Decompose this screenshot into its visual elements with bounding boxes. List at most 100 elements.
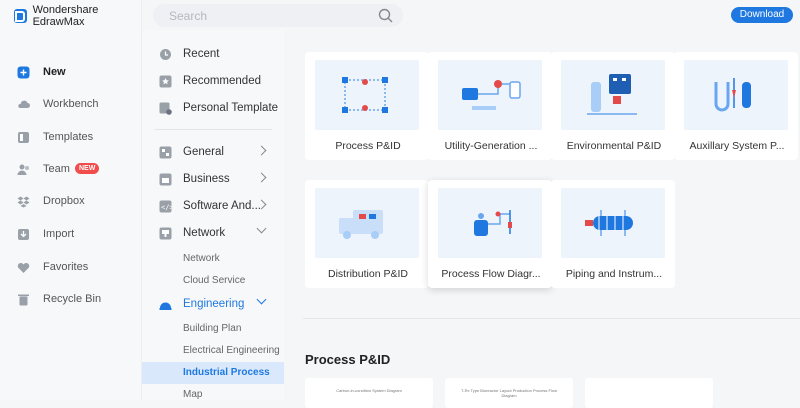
category-software[interactable]: </> Software And... xyxy=(142,195,284,219)
chevron-right-icon xyxy=(256,145,267,156)
template-card-distribution-pid[interactable]: Distribution P&ID xyxy=(305,180,429,288)
auxillary-diagram-icon xyxy=(714,78,751,112)
template-thumbnail xyxy=(438,188,542,258)
nav-item-label: Templates xyxy=(43,131,94,143)
template-thumbnail xyxy=(438,60,542,130)
edrawmax-logo-icon xyxy=(14,9,27,23)
template-title: Process P&ID xyxy=(335,140,401,152)
nav-item-label: Workbench xyxy=(43,98,99,110)
template-card-utility-generation[interactable]: Utility-Generation ... xyxy=(428,52,552,160)
template-card-piping-instrumentation[interactable]: Piping and Instrum... xyxy=(551,180,675,288)
template-title: Distribution P&ID xyxy=(328,268,408,280)
chevron-down-icon xyxy=(256,223,267,234)
nav-item-workbench[interactable]: Workbench xyxy=(0,93,142,115)
subcategory-label: Electrical Engineering xyxy=(183,345,280,356)
example-card[interactable]: Carbon-in-condition System Diagram xyxy=(305,378,433,408)
category-personal-template[interactable]: Personal Template xyxy=(142,97,284,121)
subcategory-label: Building Plan xyxy=(183,323,242,334)
category-recent[interactable]: Recent xyxy=(142,43,284,67)
process-flow-diagram-icon xyxy=(474,210,512,236)
chevron-right-icon xyxy=(256,172,267,183)
template-card-process-pid[interactable]: Process P&ID xyxy=(305,52,429,160)
category-label: General xyxy=(183,146,224,158)
category-divider xyxy=(154,129,272,130)
plus-square-icon xyxy=(17,66,30,79)
template-card-environmental-pid[interactable]: Environmental P&ID xyxy=(551,52,675,160)
template-title: Auxillary System P... xyxy=(689,140,785,152)
nav-item-import[interactable]: Import xyxy=(0,223,142,245)
left-nav: Wondershare EdrawMax New Workbench Templ… xyxy=(0,0,142,400)
category-label: Engineering xyxy=(183,298,245,310)
subcategory-label: Network xyxy=(183,253,220,264)
search-placeholder: Search xyxy=(169,9,208,23)
software-icon: </> xyxy=(159,200,174,213)
nav-item-label: Recycle Bin xyxy=(43,293,102,305)
subcategory-map[interactable]: Map xyxy=(142,384,284,406)
nav-item-label: Favorites xyxy=(43,261,89,273)
heart-icon xyxy=(17,261,30,274)
nav-item-recycle-bin[interactable]: Recycle Bin xyxy=(0,288,142,310)
template-title: Utility-Generation ... xyxy=(444,140,538,152)
engineering-icon xyxy=(159,298,172,311)
template-thumbnail xyxy=(561,188,665,258)
template-thumbnail xyxy=(684,60,788,130)
template-card-process-flow[interactable]: Process Flow Diagr... xyxy=(428,180,552,288)
category-engineering[interactable]: Engineering xyxy=(142,293,284,317)
example-card[interactable] xyxy=(585,378,713,408)
nav-item-new[interactable]: New xyxy=(0,61,142,83)
nav-item-templates[interactable]: Templates xyxy=(0,126,142,148)
category-network[interactable]: Network xyxy=(142,222,284,246)
category-label: Network xyxy=(183,227,226,239)
category-label: Recent xyxy=(183,48,220,60)
category-label: Software And... xyxy=(183,200,261,212)
category-recommended[interactable]: Recommended xyxy=(142,70,284,94)
business-icon xyxy=(159,173,172,186)
subcategory-electrical-engineering[interactable]: Electrical Engineering xyxy=(142,340,284,362)
subcategory-building-plan[interactable]: Building Plan xyxy=(142,318,284,340)
example-title: Carbon-in-condition System Diagram xyxy=(336,388,402,393)
network-icon xyxy=(159,227,172,240)
section-divider xyxy=(303,318,800,319)
subcategory-network[interactable]: Network xyxy=(142,248,284,270)
template-icon xyxy=(17,131,30,144)
environmental-diagram-icon xyxy=(587,74,637,115)
section-title: Process P&ID xyxy=(305,352,391,367)
example-title: T-Rx Type Bioreactor Layout Production P… xyxy=(461,388,557,398)
nav-item-favorites[interactable]: Favorites xyxy=(0,256,142,278)
nav-item-label: Import xyxy=(43,228,75,240)
category-label: Personal Template xyxy=(183,102,279,114)
subcategory-label: Map xyxy=(183,389,203,400)
nav-item-label: New xyxy=(43,66,66,78)
dropbox-icon xyxy=(17,195,30,208)
template-card-auxillary-system[interactable]: Auxillary System P... xyxy=(674,52,798,160)
category-label: Business xyxy=(183,173,230,185)
template-title: Process Flow Diagr... xyxy=(441,268,541,280)
team-icon xyxy=(17,163,30,176)
personal-template-icon xyxy=(159,102,172,115)
brand[interactable]: Wondershare EdrawMax xyxy=(14,4,141,28)
nav-item-team[interactable]: Team NEW xyxy=(0,158,142,180)
category-general[interactable]: General xyxy=(142,141,284,165)
pid-diagram-icon xyxy=(342,77,388,113)
subcategory-cloud-service[interactable]: Cloud Service xyxy=(142,270,284,292)
nav-item-label: Dropbox xyxy=(43,195,85,207)
download-button[interactable]: Download xyxy=(731,7,793,23)
trash-icon xyxy=(17,293,30,306)
search-input[interactable]: Search xyxy=(153,4,403,27)
example-card[interactable]: T-Rx Type Bioreactor Layout Production P… xyxy=(445,378,573,408)
app-name: Wondershare EdrawMax xyxy=(32,4,99,28)
category-panel: Recent Recommended Personal Template Gen… xyxy=(142,30,284,400)
utility-diagram-icon xyxy=(462,80,521,110)
category-business[interactable]: Business xyxy=(142,168,284,192)
category-label: Recommended xyxy=(183,75,261,87)
cloud-icon xyxy=(17,98,30,111)
nav-item-label: Team xyxy=(43,163,70,175)
template-title: Environmental P&ID xyxy=(566,140,662,152)
import-icon xyxy=(17,228,30,241)
nav-item-dropbox[interactable]: Dropbox xyxy=(0,190,142,212)
subcategory-industrial-process[interactable]: Industrial Process xyxy=(142,362,284,384)
search-icon[interactable] xyxy=(378,8,393,23)
template-title: Piping and Instrum... xyxy=(565,268,663,280)
chevron-down-icon xyxy=(256,294,267,305)
star-icon xyxy=(159,75,172,88)
